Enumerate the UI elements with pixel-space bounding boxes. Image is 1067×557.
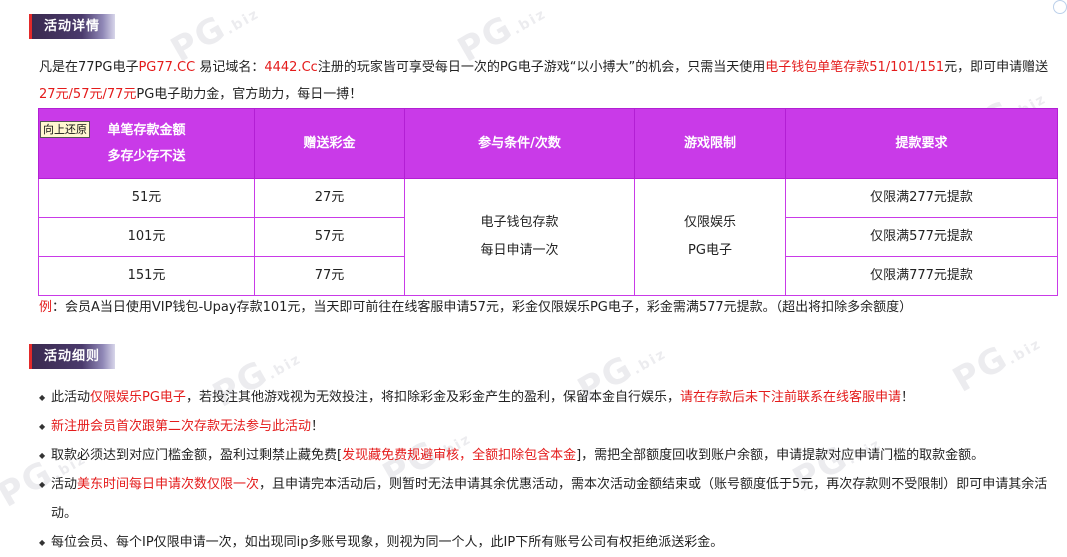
- domain-link[interactable]: 4442.Cc: [264, 60, 317, 75]
- rule-highlight: 美东时间每日申请次数仅限一次: [77, 477, 260, 492]
- cell-bonus: 77元: [254, 256, 405, 296]
- example-note: 例：会员A当日使用VIP钱包-Upay存款101元，当天即可前往在线客服申请57…: [39, 295, 1057, 321]
- cell-deposit: 51元: [38, 178, 255, 218]
- rule-highlight: 发现藏免费规避审核，全额扣除包含本金: [342, 448, 577, 463]
- condition-line1: 电子钱包存款: [480, 215, 559, 230]
- site-link[interactable]: PG77.CC: [138, 60, 195, 75]
- header-deposit-line2: 多存少存不送: [107, 148, 186, 164]
- cell-deposit: 151元: [38, 256, 255, 296]
- intro-paragraph: 凡是在77PG电子PG77.CC 易记域名：4442.Cc注册的玩家皆可享受每日…: [39, 54, 1057, 108]
- rules-list: 此活动仅限娱乐PG电子，若投注其他游戏视为无效投注，将扣除彩金及彩金产生的盈利，…: [39, 383, 1057, 557]
- rule-highlight: 仅限娱乐PG电子: [90, 390, 186, 405]
- rule-highlight: 请在存款后未下注前联系在线客服申请: [679, 390, 901, 405]
- intro-text: 注册的玩家皆可享受每日一次的PG电子游戏“以小搏大”的机会，只需当天使用: [317, 60, 766, 75]
- promotion-table: 向上还原 单笔存款金额 多存少存不送 赠送彩金 参与条件/次数 游戏限制 提款要…: [38, 108, 1058, 296]
- intro-text: PG电子助力金，官方助力，每日一搏！: [136, 87, 363, 102]
- header-withdraw: 提款要求: [785, 108, 1058, 179]
- cell-deposit: 101元: [38, 217, 255, 257]
- header-bonus: 赠送彩金: [254, 108, 405, 179]
- section-title-details: 活动详情: [29, 14, 116, 39]
- header-deposit: 向上还原 单笔存款金额 多存少存不送: [38, 108, 255, 179]
- list-item: 此活动仅限娱乐PG电子，若投注其他游戏视为无效投注，将扣除彩金及彩金产生的盈利，…: [39, 383, 1057, 412]
- table-header-row: 向上还原 单笔存款金额 多存少存不送 赠送彩金 参与条件/次数 游戏限制 提款要…: [38, 108, 1058, 179]
- rule-text: ！: [900, 390, 914, 405]
- cell-bonus: 27元: [254, 178, 405, 218]
- list-item: 每位会员、每个IP仅限申请一次，如出现同ip多账号现象，则视为同一个人，此IP下…: [39, 528, 1057, 557]
- rule-text: ]，需把全部额度回收到账户余额，申请提款对应申请门槛的取款金额。: [576, 448, 985, 463]
- rule-text: 此活动: [51, 390, 91, 405]
- cell-game: 仅限娱乐 PG电子: [634, 178, 786, 296]
- table-row: 51元 27元 电子钱包存款 每日申请一次 仅限娱乐 PG电子 仅限满277元提…: [38, 178, 1058, 296]
- rule-text: 取款必须达到对应门槛金额，盈利过剩禁止藏免费[: [51, 448, 343, 463]
- list-item: 活动美东时间每日申请次数仅限一次，且申请完本活动后，则暂时无法申请其余优惠活动，…: [39, 470, 1057, 528]
- intro-text: 元，即可申请赠送: [944, 60, 1049, 75]
- cell-condition: 电子钱包存款 每日申请一次: [404, 178, 635, 296]
- header-condition: 参与条件/次数: [404, 108, 635, 179]
- intro-text: 易记域名：: [195, 60, 265, 75]
- rule-text: ！: [311, 419, 325, 434]
- condition-line2: 每日申请一次: [480, 243, 559, 258]
- rule-text: 活动: [51, 477, 78, 492]
- rule-text: ，若投注其他游戏视为无效投注，将扣除彩金及彩金产生的盈利，保留本金自行娱乐，: [185, 390, 680, 405]
- rule-highlight: 新注册会员首次跟第二次存款无法参与此活动: [51, 419, 312, 434]
- game-line2: PG电子: [688, 243, 732, 258]
- header-game: 游戏限制: [634, 108, 786, 179]
- game-line1: 仅限娱乐: [683, 215, 736, 230]
- example-label: 例: [39, 300, 53, 315]
- bonus-highlight: 27元/57元/77元: [39, 87, 137, 102]
- section-title-rules: 活动细则: [29, 344, 116, 369]
- scroll-indicator[interactable]: [1053, 0, 1067, 14]
- list-item: 新注册会员首次跟第二次存款无法参与此活动！: [39, 412, 1057, 441]
- deposit-highlight: 电子钱包单笔存款51/101/151: [765, 60, 945, 75]
- cell-withdraw: 仅限满777元提款: [785, 256, 1058, 296]
- example-text: ：会员A当日使用VIP钱包-Upay存款101元，当天即可前往在线客服申请57元…: [52, 300, 913, 315]
- list-item: 取款必须达到对应门槛金额，盈利过剩禁止藏免费[发现藏免费规避审核，全额扣除包含本…: [39, 441, 1057, 470]
- cell-withdraw: 仅限满577元提款: [785, 217, 1058, 257]
- cell-withdraw: 仅限满277元提款: [785, 178, 1058, 218]
- intro-text: 凡是在77PG电子: [39, 60, 139, 75]
- rule-text: 每位会员、每个IP仅限申请一次，如出现同ip多账号现象，则视为同一个人，此IP下…: [51, 535, 724, 550]
- cell-bonus: 57元: [254, 217, 405, 257]
- back-to-top-button[interactable]: 向上还原: [40, 121, 90, 138]
